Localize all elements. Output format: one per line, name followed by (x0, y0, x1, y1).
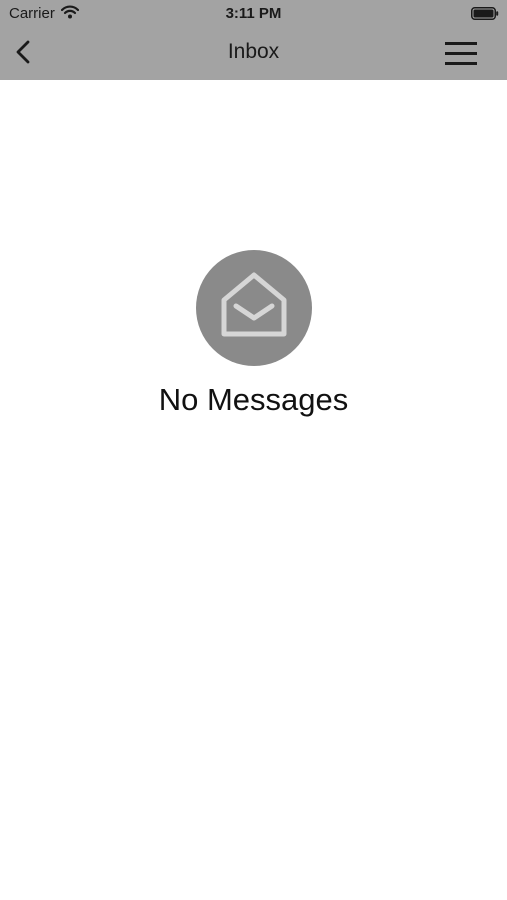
top-bar: Carrier 3:11 PM Inbox (0, 0, 507, 80)
empty-state: No Messages (0, 250, 507, 418)
empty-state-icon-circle (195, 250, 312, 366)
open-envelope-icon (221, 272, 286, 337)
inbox-screen: Carrier 3:11 PM Inbox No Messages (0, 0, 507, 900)
empty-state-message: No Messages (158, 382, 349, 417)
page-title: Inbox (227, 40, 280, 63)
status-time: 3:11 PM (225, 5, 282, 22)
menu-button[interactable] (440, 36, 482, 72)
status-bar: Carrier 3:11 PM (0, 0, 507, 28)
hamburger-menu-icon (445, 42, 477, 65)
navigation-bar: Inbox (0, 28, 507, 80)
battery-icon (471, 7, 499, 20)
